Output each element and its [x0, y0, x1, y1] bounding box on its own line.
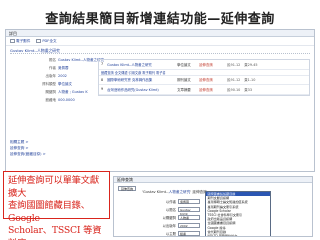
results-table: 7 Gustav Klimt--人物畫之研究 學位論文 延伸查詢 民91.12 … — [98, 59, 310, 96]
search-rows: 以作者 吳佩蓉 以題名 Gustav Klimt 以關鍵詞 人物畫 以出版年 2002 … — [154, 197, 200, 236]
page-heading: 查詢結果簡目新增連結功能—延伸查詢 — [45, 12, 275, 27]
field-title: 題名 Gustav Klimt--人物畫之研究 — [49, 58, 105, 62]
result-date: 民91.12 — [227, 78, 241, 83]
record-detail-window: 詳目 電子郵件 PDF全文 Gustav Klimt--人物畫之研究 題名 Gus… — [5, 29, 315, 172]
side-links: 相關主題 > 延伸查詢 > 延伸查詢(館藏目錄) > — [10, 139, 46, 157]
divider — [10, 53, 310, 54]
result-title-link[interactable]: 台灣藝術作品研究(Gustav Klimt) — [107, 87, 173, 92]
database-dropdown[interactable]: 國家圖書館館藏目錄 期刊文獻資訊網 臺灣博碩士論文知識加值系統 臺灣期刊論文索引系統 G… — [205, 191, 271, 236]
search-context: 'Gustav Klimt--人物畫之研究' 延伸查詢 — [142, 190, 207, 194]
extended-search-link[interactable]: 延伸查詢 — [199, 87, 223, 92]
field-keywords: 關鍵詞 人物畫 ; Gustav K — [45, 90, 88, 94]
result-type: 期刊論文 — [177, 78, 191, 83]
term-select[interactable]: 繪畫 — [178, 230, 200, 236]
search-row: 以關鍵詞 人物畫 — [154, 213, 200, 221]
result-type: 文章摘要 — [177, 87, 191, 92]
toolbar-item-email[interactable]: 電子郵件 — [10, 38, 30, 44]
field-location: 館藏地 000.0000 — [45, 98, 75, 102]
result-date: 民90.10 — [227, 87, 241, 92]
window-title: 延伸查詢 — [114, 177, 312, 183]
table-row: 8 國際學術研究會 克林姆作品集 期刊論文 延伸查詢 民91.12 頁1-10 — [99, 76, 309, 85]
extended-search-link[interactable]: 延伸查詢 — [199, 77, 223, 82]
envelope-icon — [10, 38, 15, 43]
extended-search-button[interactable]: 延伸查詢 — [118, 186, 137, 191]
table-row: 7 Gustav Klimt--人物畫之研究 學位論文 延伸查詢 民91.12 … — [99, 60, 309, 70]
dropdown-option[interactable]: NDLTD 國際學位論文 — [206, 234, 270, 236]
search-row: 以主題 繪畫 — [154, 229, 200, 236]
extended-search-link[interactable]: 延伸查詢 — [199, 62, 223, 67]
result-pages: 頁1-10 — [244, 78, 256, 83]
result-title-link[interactable]: Gustav Klimt--人物畫之研究 — [107, 62, 173, 67]
result-pages: 頁33 — [244, 87, 252, 92]
annotation-callout: 延伸查詢可以單筆文獻擴大 查詢國圖館藏目錄、Google Scholar、TSS… — [3, 171, 110, 240]
side-link-catalog[interactable]: 延伸查詢(館藏目錄) > — [10, 151, 46, 157]
toolbar-item-pdf[interactable]: PDF全文 — [36, 38, 57, 44]
toolbar: 電子郵件 PDF全文 — [6, 37, 314, 46]
table-row: 9 台灣藝術作品研究(Gustav Klimt) 文章摘要 延伸查詢 民90.1… — [99, 85, 309, 95]
row-number: 9 — [101, 87, 104, 92]
extended-search-window: 延伸查詢 延伸查詢 'Gustav Klimt--人物畫之研究' 延伸查詢 以作… — [113, 176, 313, 237]
field-author: 作者 吳佩蓉 — [49, 66, 69, 70]
term-select[interactable]: Gustav Klimt — [178, 206, 200, 216]
window-title: 詳目 — [6, 30, 314, 37]
row-number: 7 — [101, 62, 104, 67]
term-select[interactable]: 人物畫 — [178, 214, 200, 220]
result-title-link[interactable]: 國際學術研究會 克林姆作品集 — [107, 77, 173, 82]
field-type: 資料類型 學位論文 — [42, 82, 72, 86]
search-row: 以作者 吳佩蓉 — [154, 197, 200, 205]
field-year: 出版年 2002 — [45, 74, 67, 78]
search-row: 以出版年 2002 — [154, 221, 200, 229]
search-row: 以題名 Gustav Klimt — [154, 205, 200, 216]
result-type: 學位論文 — [177, 62, 191, 67]
result-date: 民91.12 — [227, 62, 241, 67]
row-number: 8 — [101, 77, 104, 82]
document-icon — [36, 38, 42, 43]
term-select[interactable]: 吳佩蓉 — [178, 198, 200, 204]
result-pages: 頁29-45 — [244, 62, 258, 67]
term-select[interactable]: 2002 — [178, 222, 200, 228]
